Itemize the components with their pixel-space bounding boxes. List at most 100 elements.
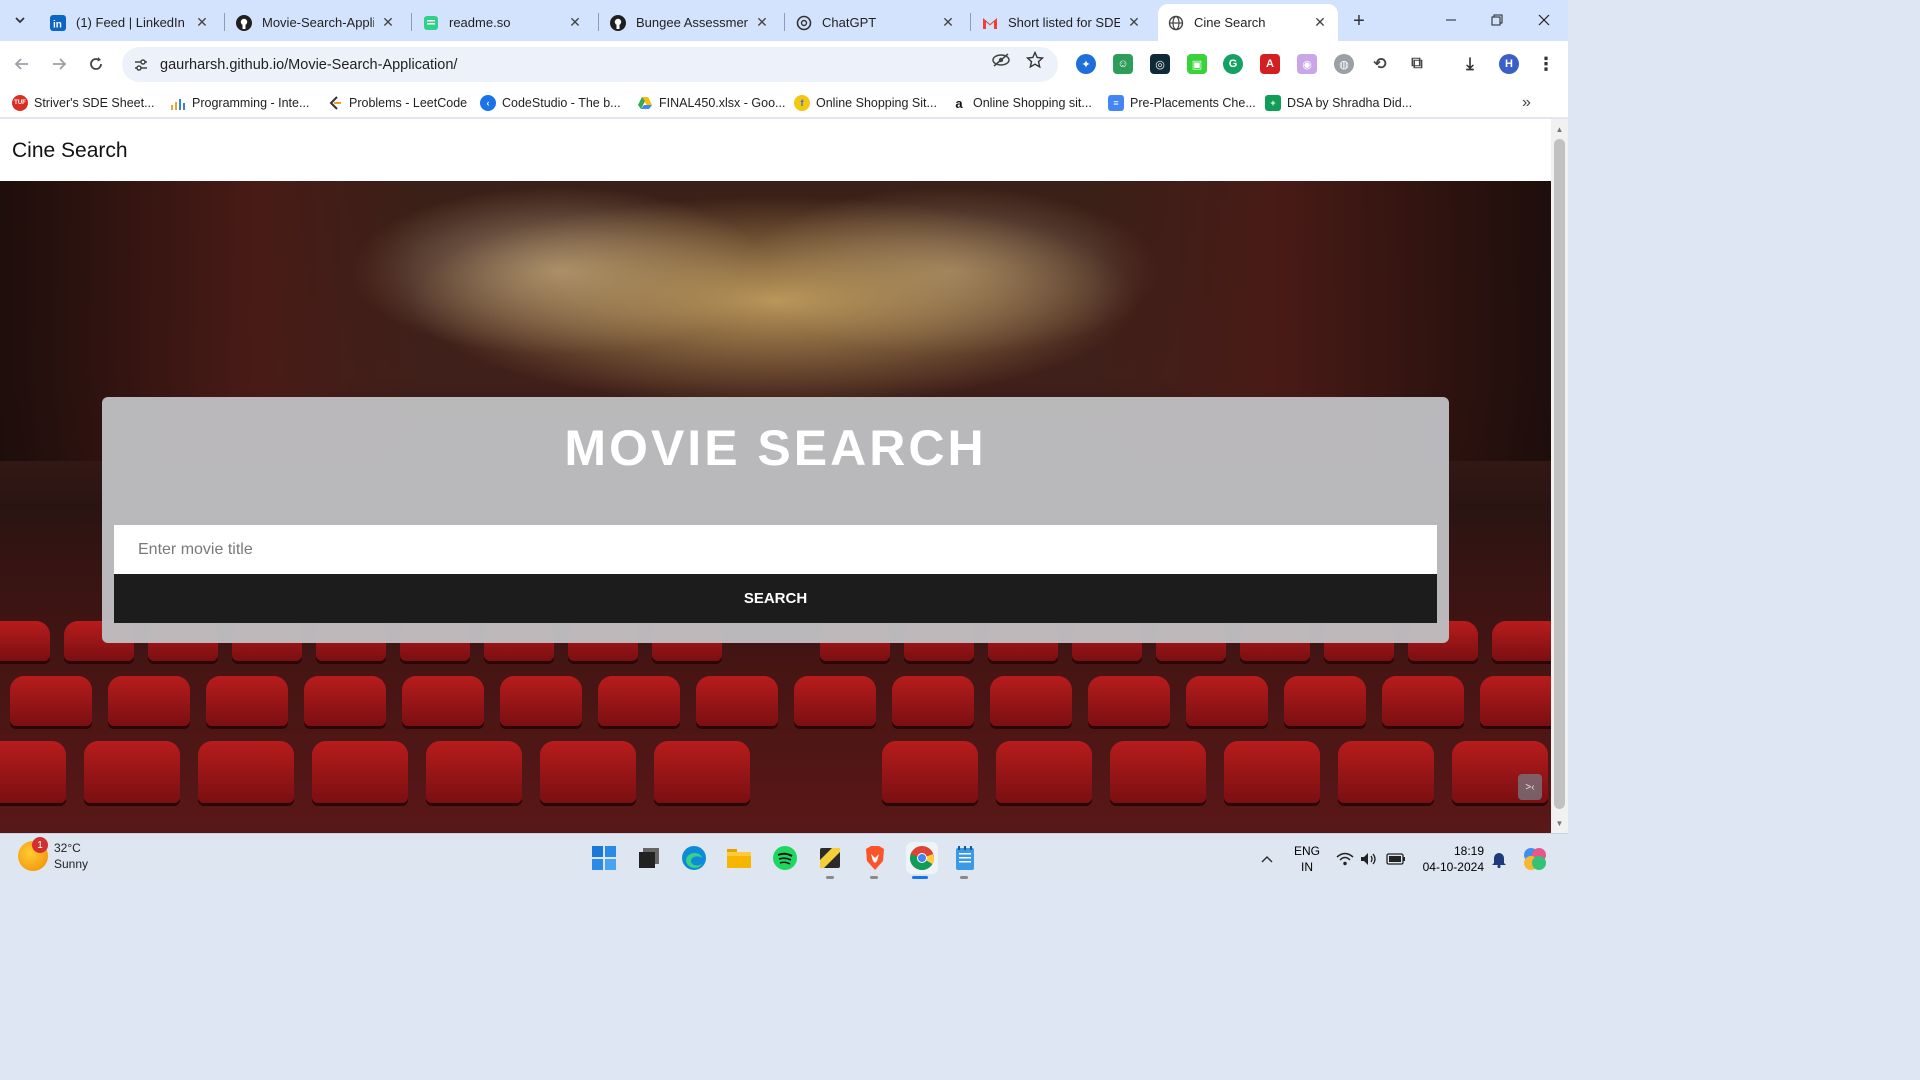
notepad-icon[interactable]: [951, 844, 979, 872]
tab-search-chevron-icon[interactable]: [6, 6, 34, 34]
eye-off-icon[interactable]: [990, 49, 1012, 71]
bookmark-label: Online Shopping sit...: [973, 96, 1092, 110]
theatre-seat: [1492, 621, 1551, 661]
extension-plugin-icon[interactable]: ✦: [1076, 54, 1096, 74]
leetcode-icon: [327, 95, 343, 111]
amazon-icon: a: [955, 95, 963, 111]
tab-movie-search-repo[interactable]: Movie-Search-Applic ✕: [226, 4, 406, 41]
sheets-icon: +: [1265, 95, 1281, 111]
bookmark-label: DSA by Shradha Did...: [1287, 96, 1413, 110]
tab-linkedin[interactable]: in (1) Feed | LinkedIn ✕: [40, 4, 220, 41]
restore-icon[interactable]: [1474, 0, 1520, 40]
close-window-icon[interactable]: [1521, 0, 1567, 40]
tab-title: Cine Search: [1194, 15, 1266, 30]
extensions-puzzle-icon[interactable]: ⧉: [1407, 54, 1427, 74]
close-tab-icon[interactable]: ✕: [194, 14, 210, 31]
profile-avatar[interactable]: H: [1499, 54, 1519, 74]
extension-eye-icon[interactable]: ◉: [1297, 54, 1317, 74]
grammarly-icon[interactable]: G: [1223, 54, 1243, 74]
back-icon[interactable]: [8, 50, 36, 78]
bookmark-programming[interactable]: Programming - Inte...: [170, 93, 309, 113]
bookmark-star-icon[interactable]: [1024, 49, 1046, 71]
linkedin-icon: in: [50, 14, 66, 31]
language-indicator[interactable]: ENG IN: [1294, 843, 1320, 875]
bookmark-leetcode[interactable]: Problems - LeetCode: [327, 93, 467, 113]
battery-icon[interactable]: [1386, 834, 1406, 883]
tab-readme-so[interactable]: readme.so ✕: [413, 4, 593, 41]
site-info-icon[interactable]: [126, 50, 156, 80]
scroll-thumb[interactable]: [1554, 139, 1565, 809]
clock-date: 04-10-2024: [1422, 860, 1484, 874]
close-tab-icon[interactable]: ✕: [1312, 14, 1328, 31]
chatgpt-icon: [796, 15, 812, 31]
file-explorer-icon[interactable]: [725, 844, 753, 872]
bookmark-flipkart[interactable]: f Online Shopping Sit...: [794, 93, 937, 113]
tab-chatgpt[interactable]: ChatGPT ✕: [786, 4, 966, 41]
scroll-down-icon[interactable]: ▼: [1554, 817, 1565, 829]
hero-cinema-background: MOVIE SEARCH SEARCH: [0, 181, 1551, 833]
theatre-seat: [500, 676, 582, 726]
github-icon: [610, 14, 626, 31]
volume-icon[interactable]: [1360, 834, 1378, 883]
notification-bell-icon[interactable]: [1491, 834, 1507, 883]
windows-taskbar: 1 32°C Sunny ENG IN 18:19 04-10-2024: [0, 833, 1568, 882]
tab-bungee-assessment[interactable]: Bungee Assessment ✕: [600, 4, 780, 41]
bookmarks-overflow-icon[interactable]: »: [1522, 93, 1531, 113]
spotify-icon[interactable]: [771, 844, 799, 872]
weather-widget[interactable]: 1 32°C Sunny: [18, 837, 88, 872]
minimize-icon[interactable]: [1428, 0, 1474, 40]
tab-separator: [970, 13, 971, 31]
bookmarks-bar: TUF Striver's SDE Sheet... Programming -…: [0, 88, 1568, 118]
system-clock[interactable]: 18:19 04-10-2024: [1418, 843, 1484, 875]
close-tab-icon[interactable]: ✕: [567, 14, 583, 31]
sticky-notes-icon[interactable]: [816, 844, 844, 872]
movie-title-input[interactable]: [114, 525, 1437, 574]
close-tab-icon[interactable]: ✕: [754, 14, 770, 31]
new-tab-button[interactable]: +: [1346, 8, 1372, 34]
task-view-icon[interactable]: [635, 844, 663, 872]
download-icon[interactable]: ⤓: [1460, 54, 1480, 74]
close-tab-icon[interactable]: ✕: [1126, 14, 1142, 31]
bookmark-strivers-sde[interactable]: TUF Striver's SDE Sheet...: [12, 93, 154, 113]
brave-icon[interactable]: [861, 844, 889, 872]
forward-icon[interactable]: [45, 50, 73, 78]
site-brand[interactable]: Cine Search: [12, 139, 128, 163]
reload-icon[interactable]: [82, 50, 110, 78]
copilot-icon[interactable]: [1522, 834, 1548, 883]
theatre-seat: [304, 676, 386, 726]
windows-start-icon[interactable]: [590, 844, 618, 872]
bookmark-final450[interactable]: FINAL450.xlsx - Goo...: [637, 93, 785, 113]
browser-menu-icon[interactable]: ⋮: [1536, 54, 1556, 74]
bookmark-codestudio[interactable]: ‹ CodeStudio - The b...: [480, 93, 621, 113]
edge-icon[interactable]: [680, 844, 708, 872]
tab-gmail[interactable]: Short listed for SDE ✕: [972, 4, 1152, 41]
extension-codepen-icon[interactable]: ◎: [1150, 54, 1170, 74]
scroll-up-icon[interactable]: ▲: [1554, 123, 1565, 135]
side-widget-icon[interactable]: >‹: [1518, 774, 1542, 800]
bookmark-amazon[interactable]: a Online Shopping sit...: [951, 93, 1092, 113]
page-scrollbar[interactable]: ▲ ▼: [1551, 119, 1568, 833]
bookmark-pre-placements[interactable]: ≡ Pre-Placements Che...: [1108, 93, 1256, 113]
close-tab-icon[interactable]: ✕: [380, 14, 396, 31]
sun-icon: 1: [18, 837, 48, 871]
theatre-seat: [1186, 676, 1268, 726]
extension-translate-icon[interactable]: ⟲: [1370, 54, 1390, 74]
theatre-seat: [892, 676, 974, 726]
bookmark-dsa-shradha[interactable]: + DSA by Shradha Did...: [1265, 93, 1412, 113]
tray-overflow-chevron-icon[interactable]: [1260, 834, 1274, 883]
theatre-seat: [1480, 676, 1551, 726]
browser-tab-strip: in (1) Feed | LinkedIn ✕ Movie-Search-Ap…: [0, 0, 1568, 41]
close-tab-icon[interactable]: ✕: [940, 14, 956, 31]
theatre-seat: [1088, 676, 1170, 726]
tab-cine-search[interactable]: Cine Search ✕: [1158, 4, 1338, 41]
tab-separator: [598, 13, 599, 31]
extension-robot-icon[interactable]: ☺: [1113, 54, 1133, 74]
extension-globe-icon[interactable]: ◍: [1334, 54, 1354, 74]
wifi-icon[interactable]: [1336, 834, 1354, 883]
search-button[interactable]: SEARCH: [114, 574, 1437, 623]
address-bar[interactable]: gaurharsh.github.io/Movie-Search-Applica…: [122, 47, 1058, 82]
adobe-pdf-icon[interactable]: A: [1260, 54, 1280, 74]
chrome-icon[interactable]: [906, 842, 938, 874]
theatre-seat: [198, 741, 294, 803]
extension-lock-icon[interactable]: ▣: [1187, 54, 1207, 74]
